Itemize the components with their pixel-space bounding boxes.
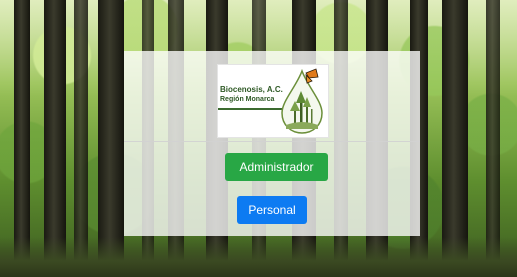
login-panel: Biocenosis, A.C. Región Monarca Administ… [124, 51, 420, 236]
tree-trunk [74, 0, 88, 277]
administrador-button[interactable]: Administrador [225, 153, 328, 181]
water-drop-icon [281, 68, 323, 134]
logo: Biocenosis, A.C. Región Monarca [217, 64, 329, 138]
personal-button[interactable]: Personal [237, 196, 307, 224]
butterfly-icon [305, 68, 319, 84]
tree-trunk [486, 0, 500, 277]
logo-text: Biocenosis, A.C. Región Monarca [220, 85, 283, 104]
forest-ground [0, 237, 517, 277]
tree-trunk [14, 0, 30, 277]
logo-name: Biocenosis, A.C. [220, 85, 283, 94]
tree-trunk [98, 0, 124, 277]
logo-region: Región Monarca [220, 96, 275, 103]
divider [124, 141, 420, 142]
tree-trunk [442, 0, 468, 277]
tree-trunk [44, 0, 66, 277]
